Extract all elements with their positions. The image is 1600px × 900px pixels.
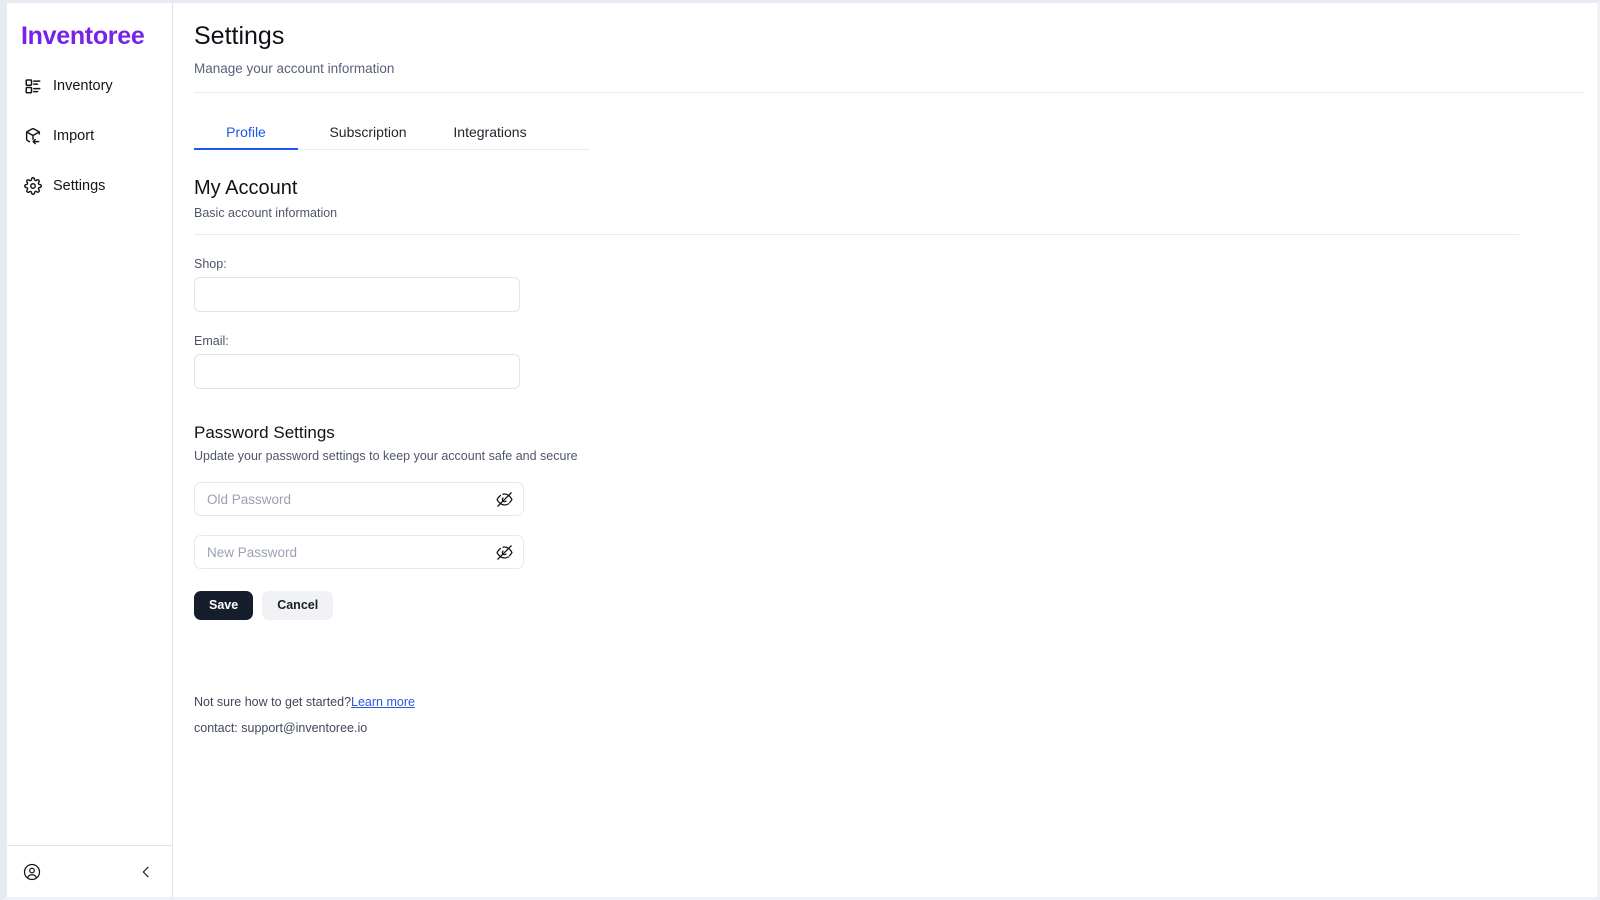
user-circle-icon[interactable] — [23, 863, 41, 881]
footer-notes: Not sure how to get started?Learn more c… — [194, 695, 1597, 735]
shop-label: Shop: — [194, 257, 227, 272]
tab-integrations[interactable]: Integrations — [436, 118, 544, 149]
header-divider — [194, 92, 1584, 94]
section-title: My Account — [194, 177, 298, 200]
old-password-field — [194, 482, 524, 517]
my-account-section: My Account Basic account information Sho… — [194, 176, 1597, 621]
eye-off-icon[interactable] — [494, 542, 514, 562]
section-subtitle: Basic account information — [194, 206, 338, 221]
app-window: Inventoree Inventory Import Settings Set… — [0, 0, 1600, 900]
password-settings-title: Password Settings — [194, 423, 335, 443]
gear-icon — [23, 176, 43, 196]
old-password-input[interactable] — [194, 482, 524, 517]
sidebar-item-import[interactable]: Import — [7, 119, 172, 153]
sidebar-item-settings[interactable]: Settings — [7, 169, 172, 203]
sidebar-nav: Inventory Import Settings — [7, 69, 172, 219]
save-button[interactable]: Save — [194, 591, 254, 621]
section-divider — [194, 234, 1519, 236]
tab-profile[interactable]: Profile — [194, 118, 298, 151]
layout-list-icon — [23, 76, 43, 96]
sidebar-item-label: Settings — [53, 178, 106, 194]
sidebar-item-inventory[interactable]: Inventory — [7, 69, 172, 103]
chevron-left-icon[interactable] — [138, 864, 154, 880]
password-settings-subtitle: Update your password settings to keep yo… — [194, 449, 578, 464]
contact-note: contact: support@inventoree.io — [194, 721, 368, 736]
password-settings-section: Password Settings Update your password s… — [194, 423, 1597, 621]
new-password-field — [194, 535, 524, 570]
new-password-input[interactable] — [194, 535, 524, 570]
settings-tabs: Profile Subscription Integrations — [194, 118, 590, 151]
get-started-text: Not sure how to get started? — [194, 695, 352, 710]
page-title: Settings — [194, 22, 285, 50]
sidebar-item-label: Import — [53, 128, 95, 144]
page-subtitle: Manage your account information — [194, 61, 395, 77]
email-field-group: Email: — [194, 334, 1597, 390]
sidebar-footer — [7, 845, 172, 897]
email-input[interactable] — [194, 354, 520, 390]
email-label: Email: — [194, 334, 229, 349]
learn-more-link[interactable]: Learn more — [351, 695, 415, 709]
get-started-note: Not sure how to get started?Learn more — [194, 695, 1597, 709]
password-action-buttons: Save Cancel — [194, 591, 1597, 621]
page-header: Settings Manage your account information — [173, 3, 1597, 76]
shop-input[interactable] — [194, 277, 520, 313]
tab-subscription[interactable]: Subscription — [312, 118, 424, 149]
package-import-icon — [23, 126, 43, 146]
eye-off-icon[interactable] — [494, 489, 514, 509]
cancel-button[interactable]: Cancel — [262, 591, 334, 621]
sidebar-item-label: Inventory — [53, 78, 113, 94]
sidebar: Inventoree Inventory Import Settings — [7, 3, 173, 897]
brand-logo[interactable]: Inventoree — [7, 3, 172, 51]
main-content: Settings Manage your account information… — [173, 3, 1597, 897]
shop-field-group: Shop: — [194, 257, 1597, 313]
